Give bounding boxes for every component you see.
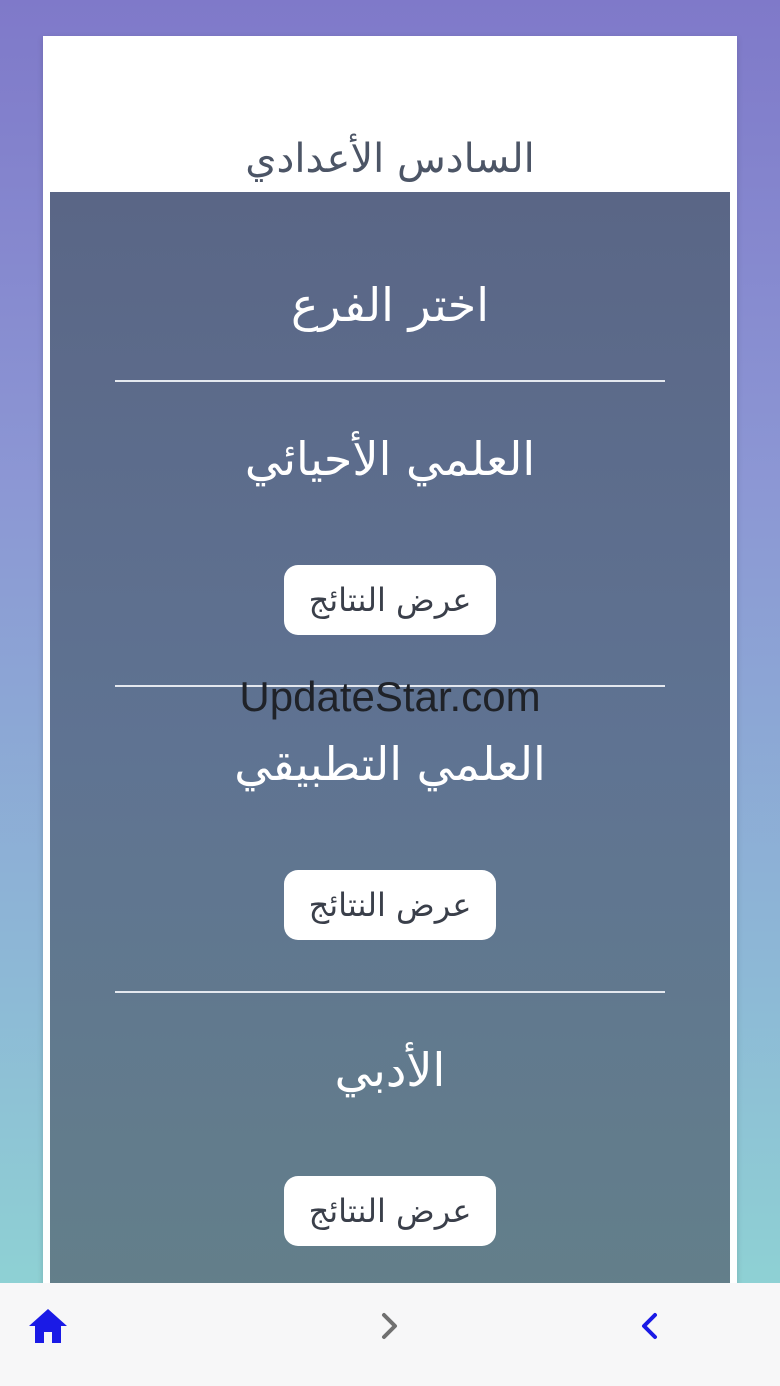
view-results-button-biology[interactable]: عرض النتائج <box>284 565 496 635</box>
branch-panel: اختر الفرع العلمي الأحيائي عرض النتائج ا… <box>50 192 730 1296</box>
content-card: السادس الأعدادي اختر الفرع العلمي الأحيا… <box>43 36 737 1296</box>
chevron-right-icon[interactable] <box>370 1283 410 1368</box>
divider <box>115 991 665 993</box>
chevron-left-icon[interactable] <box>630 1283 670 1368</box>
view-results-button-applied[interactable]: عرض النتائج <box>284 870 496 940</box>
section-title-literary: الأدبي <box>334 1043 446 1097</box>
section-title-biology: العلمي الأحيائي <box>244 432 536 486</box>
divider <box>115 380 665 382</box>
section-title-applied: العلمي التطبيقي <box>234 737 546 791</box>
bottom-navigation-bar <box>0 1283 780 1386</box>
view-results-button-literary[interactable]: عرض النتائج <box>284 1176 496 1246</box>
home-icon[interactable] <box>22 1283 74 1368</box>
choose-branch-heading: اختر الفرع <box>291 278 489 332</box>
page-title: السادس الأعدادي <box>245 136 535 182</box>
watermark: UpdateStar.com <box>239 673 541 720</box>
